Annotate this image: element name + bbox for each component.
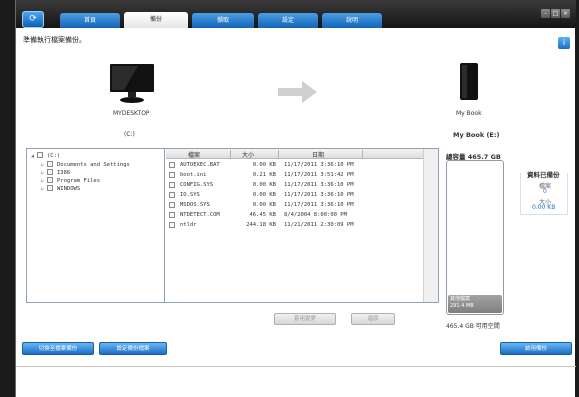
file-size: 244.18 KB	[246, 222, 276, 228]
tab-backup[interactable]: 備份	[124, 12, 188, 28]
file-name: MSDOS.SYS	[180, 202, 210, 208]
backed-up-title: 資料已備份	[527, 171, 560, 179]
checkbox[interactable]	[169, 202, 175, 208]
right-window-edge	[575, 0, 579, 397]
app-menu-button[interactable]: ⟳	[22, 11, 44, 28]
checkbox[interactable]	[47, 185, 53, 191]
column-size-header[interactable]: 大小	[242, 150, 254, 159]
other-files-bar: 其他檔案 291.4 MB	[448, 295, 502, 313]
tree-item-label: Program Files	[57, 178, 101, 184]
file-date: 11/17/2011 3:36:10 PM	[284, 162, 354, 168]
table-row[interactable]: MSDOS.SYS 0.00 KB 11/17/2011 3:36:10 PM	[166, 201, 423, 211]
file-size: 0.21 KB	[252, 172, 276, 178]
tab-help[interactable]: 說明	[322, 13, 382, 28]
tab-settings[interactable]: 設定	[258, 13, 318, 28]
tree-root-label: (C:)	[47, 153, 61, 159]
checkbox[interactable]	[37, 152, 43, 158]
checkbox[interactable]	[169, 162, 175, 168]
info-button[interactable]: i	[558, 37, 570, 49]
file-selection-panel: ◢ (C:) ▷ Documents and Settings ▷ I386 ▷ Pro…	[26, 148, 439, 325]
file-size: 0.00 KB	[252, 202, 276, 208]
checkbox[interactable]	[169, 192, 175, 198]
restore-button[interactable]: □	[551, 9, 560, 18]
file-name: AUTOEXEC.BAT	[180, 162, 220, 168]
file-date: 8/4/2004 8:00:00 PM	[284, 212, 347, 218]
app-logo-icon: ⟳	[29, 14, 37, 24]
file-name: NTDETECT.COM	[180, 212, 220, 218]
backed-up-files-value: 0	[543, 188, 547, 195]
apply-changes-button[interactable]: 套用變更	[274, 313, 336, 325]
file-name: ntldr	[180, 222, 197, 228]
table-row[interactable]: boot.ini 0.21 KB 11/17/2011 3:51:42 PM	[166, 171, 423, 181]
file-date: 11/21/2011 2:30:09 PM	[284, 222, 354, 228]
checkbox[interactable]	[47, 169, 53, 175]
file-list-header: 檔案 大小 日期	[166, 149, 423, 159]
other-files-size: 291.4 MB	[450, 303, 474, 309]
file-date: 11/17/2011 3:36:10 PM	[284, 192, 354, 198]
file-size: 0.00 KB	[252, 192, 276, 198]
arrow-right-icon	[278, 81, 317, 103]
vertical-scrollbar[interactable]	[423, 149, 438, 302]
free-space-text: 465.4 GB 可用空間	[446, 323, 500, 330]
checkbox[interactable]	[47, 177, 53, 183]
checkbox[interactable]	[169, 212, 175, 218]
file-date: 11/17/2011 3:36:10 PM	[284, 202, 354, 208]
tab-home[interactable]: 首頁	[60, 13, 120, 28]
tab-retrieve[interactable]: 擷取	[192, 13, 254, 28]
title-bar: ⟳ 首頁 備份 擷取 設定 說明 - □ ×	[16, 0, 576, 28]
checkbox[interactable]	[47, 161, 53, 167]
file-name: boot.ini	[180, 172, 207, 178]
tree-item-label: WINDOWS	[57, 186, 81, 192]
destination-drive-name: My Book	[456, 110, 482, 117]
other-files-label: 其他檔案	[450, 296, 471, 302]
file-name: IO.SYS	[180, 192, 200, 198]
table-row[interactable]: AUTOEXEC.BAT 0.00 KB 11/17/2011 3:36:10 PM	[166, 161, 423, 171]
source-computer-name: MYDESKTOP	[113, 110, 150, 117]
table-row[interactable]: ntldr 244.18 KB 11/21/2011 2:30:09 PM	[166, 221, 423, 231]
table-row[interactable]: CONFIG.SYS 0.00 KB 11/17/2011 3:36:10 PM	[166, 181, 423, 191]
file-list: 檔案 大小 日期 AUTOEXEC.BAT 0.00 KB 11/17/2011 3…	[166, 149, 439, 325]
backed-up-summary: 資料已備份 檔案 0 大小 0.00 KB	[520, 171, 568, 215]
source-drive-label: (C:)	[124, 131, 135, 138]
revert-button[interactable]: 還原	[351, 313, 395, 325]
file-date: 11/17/2011 3:51:42 PM	[284, 172, 354, 178]
status-message: 準備執行檔案備份。	[23, 36, 86, 44]
footer-divider	[16, 366, 576, 367]
close-button[interactable]: ×	[561, 9, 570, 18]
column-separator	[278, 150, 279, 158]
backed-up-size-value: 0.00 KB	[532, 204, 556, 211]
destination-drive-label: My Book (E:)	[453, 131, 500, 139]
tree-item-label: I386	[57, 170, 71, 176]
file-date: 11/17/2011 3:36:10 PM	[284, 182, 354, 188]
left-window-edge	[0, 0, 15, 397]
file-size: 0.00 KB	[252, 182, 276, 188]
checkbox[interactable]	[169, 182, 175, 188]
file-size: 0.00 KB	[252, 162, 276, 168]
file-name: CONFIG.SYS	[180, 182, 214, 188]
capacity-panel: 總容量 465.7 GB 其他檔案 291.4 MB 465.4 GB 可用空間 …	[444, 148, 573, 333]
backup-settings-button[interactable]: 設定備份檔案	[99, 342, 167, 355]
column-separator	[230, 150, 231, 158]
table-row[interactable]: IO.SYS 0.00 KB 11/17/2011 3:36:10 PM	[166, 191, 423, 201]
column-separator	[362, 150, 363, 158]
start-backup-button[interactable]: 啟用備份	[500, 342, 572, 355]
tree-item-label: Documents and Settings	[57, 162, 130, 168]
switch-to-file-backup-button[interactable]: 切換至檔案備份	[22, 342, 94, 355]
monitor-icon	[110, 64, 154, 103]
tree-root[interactable]: ◢ (C:)	[31, 152, 60, 161]
checkbox[interactable]	[169, 222, 175, 228]
external-drive-icon	[460, 63, 478, 100]
folder-tree: ◢ (C:) ▷ Documents and Settings ▷ I386 ▷ Pro…	[27, 149, 165, 302]
capacity-gauge: 其他檔案 291.4 MB	[446, 160, 504, 315]
column-date-header[interactable]: 日期	[312, 150, 324, 159]
file-size: 46.45 KB	[249, 212, 277, 218]
checkbox[interactable]	[169, 172, 175, 178]
app-window: ⟳ 首頁 備份 擷取 設定 說明 - □ × 準備執行檔案備份。 i MYDES…	[15, 0, 576, 397]
tree-item[interactable]: ▷ WINDOWS	[41, 185, 80, 194]
column-name-header[interactable]: 檔案	[188, 150, 200, 159]
minimize-button[interactable]: -	[541, 9, 550, 18]
table-row[interactable]: NTDETECT.COM 46.45 KB 8/4/2004 8:00:00 PM	[166, 211, 423, 221]
